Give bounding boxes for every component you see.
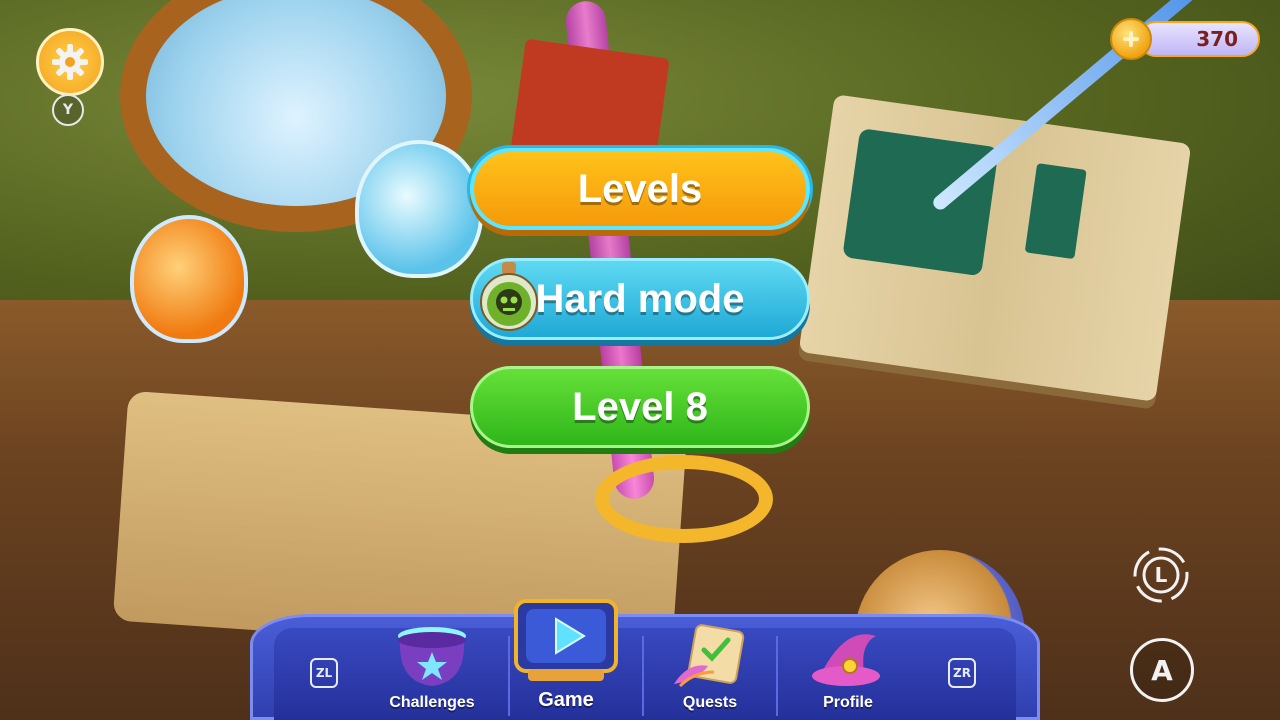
bottom-navigation: ZL ZR Challenges Game Quests Profile bbox=[250, 572, 1040, 720]
tab-quests[interactable]: Quests bbox=[648, 608, 772, 720]
hard-mode-label: Hard mode bbox=[535, 276, 745, 321]
scroll-quill-icon bbox=[674, 624, 745, 688]
a-button-hint: A bbox=[1130, 638, 1194, 702]
gear-icon bbox=[52, 44, 88, 80]
play-icon bbox=[514, 599, 618, 681]
tab-challenges[interactable]: Challenges bbox=[370, 608, 494, 720]
book-bookmark bbox=[1024, 163, 1087, 260]
continue-level-button[interactable]: Level 8 bbox=[470, 366, 810, 448]
l-stick-label: L bbox=[1155, 563, 1168, 587]
wizard-hat-icon bbox=[812, 634, 880, 686]
tab-game[interactable]: Game bbox=[504, 580, 628, 720]
nav-divider bbox=[642, 636, 644, 716]
cauldron-icon bbox=[398, 627, 466, 686]
settings-button[interactable] bbox=[36, 28, 104, 96]
levels-button[interactable]: Levels bbox=[470, 148, 810, 230]
zr-key-hint: ZR bbox=[948, 658, 976, 688]
tab-profile[interactable]: Profile bbox=[786, 608, 910, 720]
background-open-book bbox=[798, 94, 1192, 402]
background-blue-potion bbox=[355, 140, 483, 278]
zl-key-hint: ZL bbox=[310, 658, 338, 688]
plus-icon bbox=[1123, 31, 1139, 47]
coin-counter[interactable]: 370 bbox=[1110, 18, 1262, 60]
background-gold-ring bbox=[595, 455, 773, 543]
settings-key-hint: Y bbox=[52, 94, 84, 126]
background-orange-potion bbox=[130, 215, 248, 343]
coin-icon bbox=[1110, 18, 1152, 60]
nav-divider bbox=[776, 636, 778, 716]
book-potion-picture bbox=[842, 128, 1000, 277]
tab-label: Quests bbox=[682, 694, 738, 711]
tab-label: Challenges bbox=[389, 694, 475, 711]
coin-amount: 370 bbox=[1138, 21, 1260, 57]
skull-potion-icon bbox=[480, 262, 538, 331]
tab-label: Game bbox=[538, 689, 594, 711]
tab-label: Profile bbox=[823, 694, 873, 711]
l-stick-icon: L bbox=[1133, 547, 1189, 603]
